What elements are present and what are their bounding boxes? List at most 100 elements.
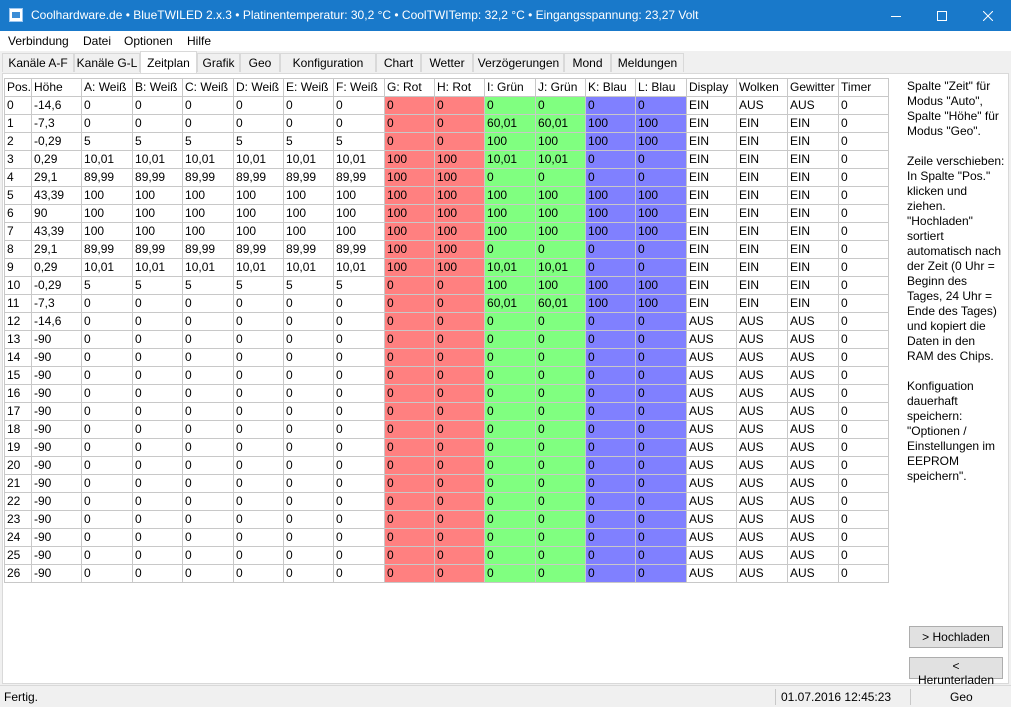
table-cell[interactable]: 0 — [585, 402, 637, 421]
table-cell[interactable]: 100 — [434, 240, 486, 259]
tab-kanaele-a-f[interactable]: Kanäle A-F — [2, 53, 74, 72]
table-cell[interactable]: AUS — [686, 564, 738, 583]
table-cell[interactable]: 100 — [233, 204, 285, 223]
table-cell[interactable]: EIN — [736, 150, 789, 169]
table-cell[interactable]: AUS — [686, 366, 738, 385]
table-cell[interactable]: 89,99 — [81, 168, 134, 187]
table-cell[interactable]: 0 — [384, 546, 436, 565]
maximize-button[interactable] — [919, 0, 965, 31]
table-cell[interactable]: 0 — [484, 384, 537, 403]
tab-verzoegerungen[interactable]: Verzögerungen — [473, 53, 564, 72]
table-cell[interactable]: AUS — [736, 546, 789, 565]
table-cell[interactable]: 0 — [132, 546, 184, 565]
table-cell[interactable]: 0 — [635, 168, 688, 187]
row-position-cell[interactable]: 25 — [3, 546, 33, 565]
table-cell[interactable]: 0 — [484, 474, 537, 493]
table-cell[interactable]: 100 — [132, 186, 184, 205]
table-cell[interactable]: -90 — [31, 420, 83, 439]
row-position-cell[interactable]: 20 — [3, 456, 33, 475]
table-cell[interactable]: 89,99 — [333, 240, 386, 259]
table-cell[interactable]: AUS — [787, 546, 840, 565]
table-cell[interactable]: 100 — [635, 222, 688, 241]
table-cell[interactable]: 100 — [434, 150, 486, 169]
table-cell[interactable]: 0 — [838, 456, 890, 475]
table-cell[interactable]: 0 — [635, 366, 688, 385]
close-button[interactable] — [965, 0, 1011, 31]
table-cell[interactable]: 0 — [635, 348, 688, 367]
table-cell[interactable]: 100 — [333, 186, 386, 205]
table-row[interactable]: 18 -90 0 0 0 0 0 0 0 0 0 0 0 0 AUS AUS AUS 0 — [3, 420, 890, 439]
table-cell[interactable]: 100 — [484, 222, 537, 241]
table-cell[interactable]: 100 — [635, 294, 688, 313]
table-cell[interactable]: 5 — [132, 276, 184, 295]
menu-optionen[interactable]: Optionen — [124, 31, 173, 51]
table-cell[interactable]: EIN — [787, 258, 840, 277]
table-cell[interactable]: EIN — [686, 150, 738, 169]
table-cell[interactable]: 100 — [535, 186, 587, 205]
table-cell[interactable]: 0 — [283, 330, 335, 349]
row-position-cell[interactable]: 12 — [3, 312, 33, 331]
table-cell[interactable]: 100 — [535, 276, 587, 295]
table-cell[interactable]: 100 — [283, 204, 335, 223]
table-cell[interactable]: 5 — [182, 276, 235, 295]
table-cell[interactable]: EIN — [787, 132, 840, 151]
table-cell[interactable]: 0 — [585, 150, 637, 169]
table-cell[interactable]: 0 — [283, 510, 335, 529]
tab-grafik[interactable]: Grafik — [197, 53, 240, 72]
table-cell[interactable]: 0 — [635, 330, 688, 349]
table-cell[interactable]: 0 — [182, 528, 235, 547]
tab-geo[interactable]: Geo — [240, 53, 280, 72]
column-header[interactable]: F: Weiß — [333, 78, 386, 97]
table-row[interactable]: 5 43,39 100 100 100 100 100 100 100 100 100 100 100 1… — [3, 186, 890, 205]
table-row[interactable]: 23 -90 0 0 0 0 0 0 0 0 0 0 0 0 AUS AUS AUS 0 — [3, 510, 890, 529]
table-cell[interactable]: 5 — [81, 132, 134, 151]
table-cell[interactable]: EIN — [736, 222, 789, 241]
table-cell[interactable]: 0 — [81, 528, 134, 547]
table-cell[interactable]: 0 — [384, 96, 436, 115]
table-cell[interactable]: 10,01 — [283, 258, 335, 277]
table-cell[interactable]: 0 — [434, 456, 486, 475]
table-cell[interactable]: AUS — [686, 492, 738, 511]
table-cell[interactable]: 0 — [838, 312, 890, 331]
table-cell[interactable]: 43,39 — [31, 186, 83, 205]
table-cell[interactable]: 0 — [585, 348, 637, 367]
table-cell[interactable]: 0 — [535, 564, 587, 583]
table-cell[interactable]: 100 — [635, 114, 688, 133]
table-cell[interactable]: EIN — [686, 186, 738, 205]
table-cell[interactable]: AUS — [736, 348, 789, 367]
table-cell[interactable]: 0 — [132, 366, 184, 385]
table-cell[interactable]: 0 — [535, 546, 587, 565]
table-cell[interactable]: 0 — [535, 366, 587, 385]
row-position-cell[interactable]: 26 — [3, 564, 33, 583]
table-cell[interactable]: 100 — [384, 150, 436, 169]
row-position-cell[interactable]: 16 — [3, 384, 33, 403]
table-cell[interactable]: 10,01 — [535, 150, 587, 169]
table-cell[interactable]: 0 — [182, 564, 235, 583]
row-position-cell[interactable]: 19 — [3, 438, 33, 457]
table-row[interactable]: 16 -90 0 0 0 0 0 0 0 0 0 0 0 0 AUS AUS AUS 0 — [3, 384, 890, 403]
table-cell[interactable]: 60,01 — [484, 294, 537, 313]
table-cell[interactable]: 89,99 — [233, 168, 285, 187]
table-cell[interactable]: 0 — [384, 384, 436, 403]
table-cell[interactable]: 0 — [434, 330, 486, 349]
table-cell[interactable]: 0 — [81, 492, 134, 511]
table-cell[interactable]: EIN — [686, 96, 738, 115]
table-cell[interactable]: 0 — [434, 114, 486, 133]
table-cell[interactable]: 10,01 — [132, 150, 184, 169]
table-cell[interactable]: AUS — [686, 348, 738, 367]
table-cell[interactable]: 0 — [333, 510, 386, 529]
table-cell[interactable]: EIN — [686, 276, 738, 295]
table-cell[interactable]: AUS — [787, 474, 840, 493]
table-cell[interactable]: 0 — [585, 420, 637, 439]
table-cell[interactable]: 0 — [384, 276, 436, 295]
table-cell[interactable]: AUS — [686, 474, 738, 493]
table-cell[interactable]: 0 — [838, 294, 890, 313]
table-cell[interactable]: 100 — [81, 186, 134, 205]
table-cell[interactable]: EIN — [736, 186, 789, 205]
table-cell[interactable]: 0 — [535, 348, 587, 367]
table-cell[interactable]: 0 — [838, 348, 890, 367]
table-cell[interactable]: -7,3 — [31, 114, 83, 133]
table-cell[interactable]: 0 — [81, 96, 134, 115]
table-cell[interactable]: 0 — [384, 510, 436, 529]
column-header[interactable]: I: Grün — [484, 78, 537, 97]
